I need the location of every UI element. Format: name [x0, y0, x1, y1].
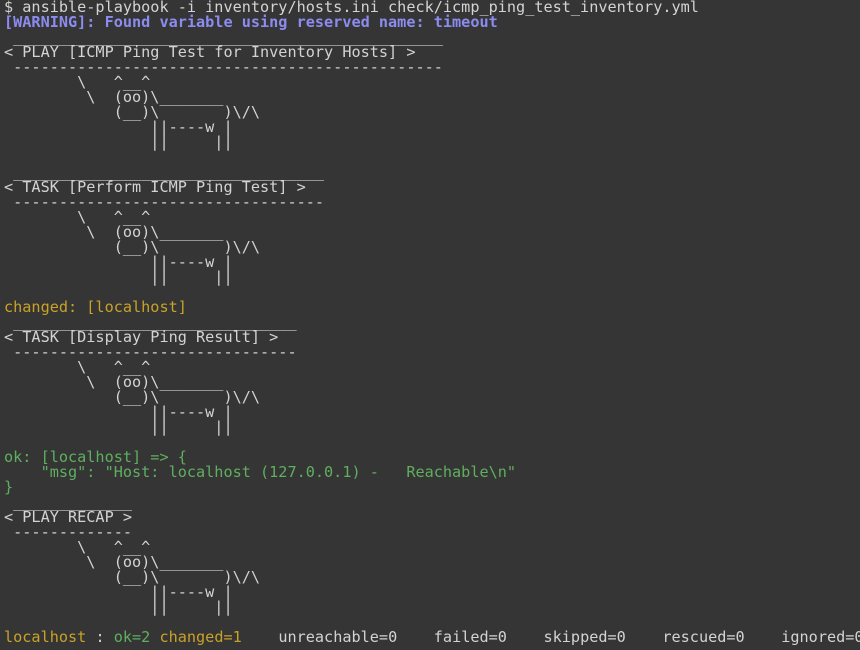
terminal-text-segment: "msg": "Host: localhost (127.0.0.1) - Re…	[4, 463, 517, 481]
terminal-text-segment: || ||	[4, 418, 233, 436]
terminal-line: || ||	[4, 268, 860, 286]
terminal-line: _____________	[4, 494, 860, 510]
terminal-text-segment: localhost	[4, 628, 87, 646]
terminal-line: }	[4, 479, 860, 495]
terminal-line: < PLAY RECAP >	[4, 509, 860, 525]
terminal-line: localhost : ok=2 changed=1 unreachable=0…	[4, 628, 860, 646]
terminal-line: || ||	[4, 418, 860, 436]
terminal-line: || ||	[4, 598, 860, 616]
terminal-line: "msg": "Host: localhost (127.0.0.1) - Re…	[4, 463, 860, 481]
terminal-line: || ||	[4, 133, 860, 151]
terminal-text-segment: || ||	[4, 598, 233, 616]
terminal-text-segment: ok=2	[113, 628, 151, 646]
terminal-text-segment: || ||	[4, 268, 233, 286]
terminal-text-segment: unreachable=0 failed=0 skipped=0 rescued…	[241, 628, 860, 646]
terminal-text-segment: || ||	[4, 133, 233, 151]
terminal-window[interactable]: $ ansible-playbook -i inventory/hosts.in…	[4, 0, 860, 650]
terminal-text-segment: :	[86, 628, 114, 646]
terminal-text-segment: changed=1	[159, 628, 242, 646]
